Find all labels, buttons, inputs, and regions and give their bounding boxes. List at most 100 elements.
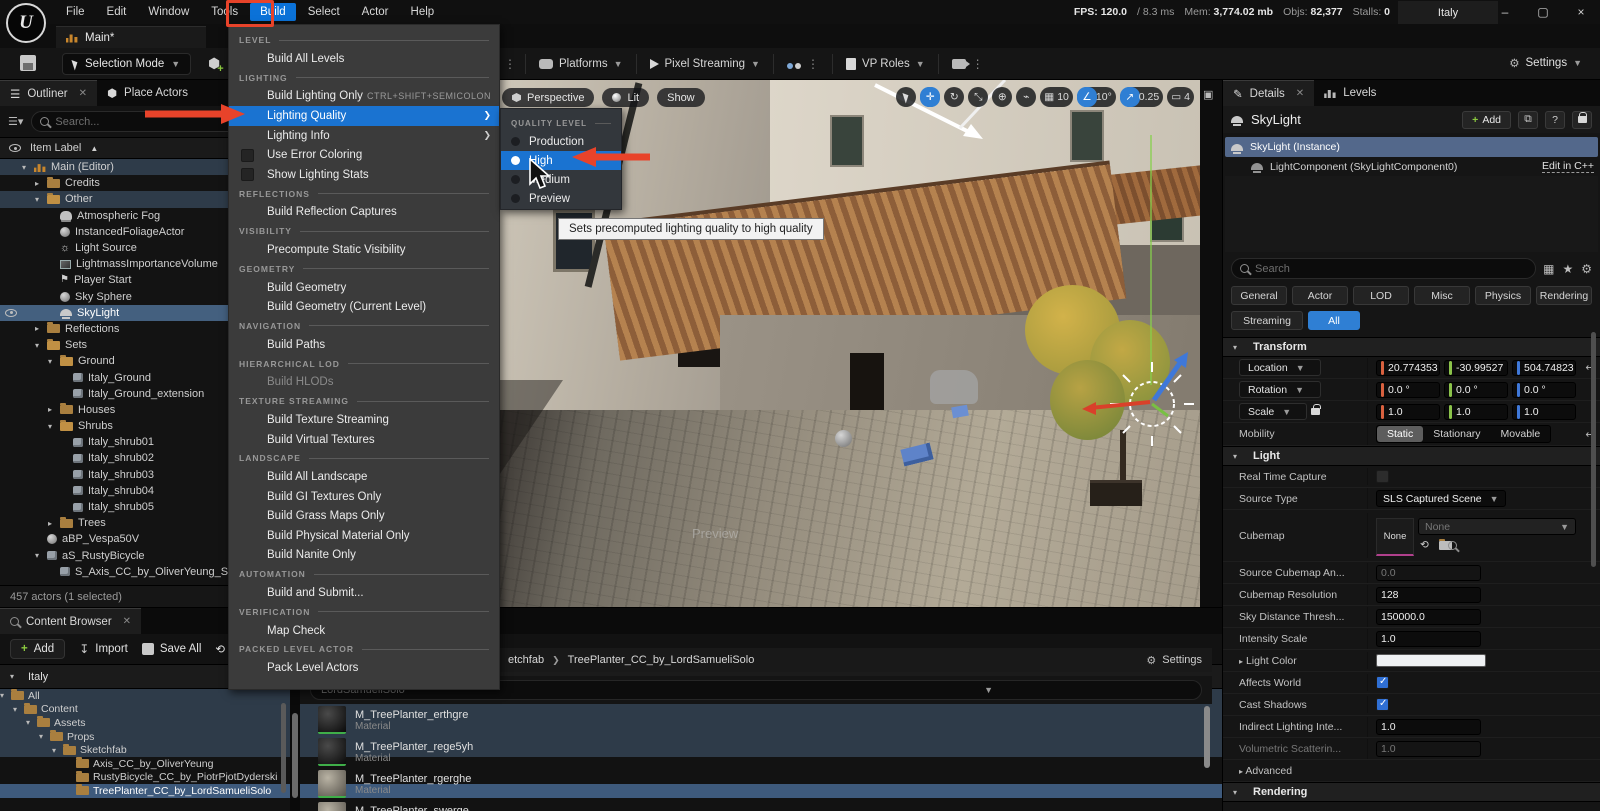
- build-menu-item[interactable]: Map Check: [229, 621, 499, 641]
- scale-y-input[interactable]: 1.0: [1444, 404, 1508, 420]
- asset-row[interactable]: M_TreePlanter_rgerghe Material: [300, 768, 1212, 800]
- scale-tool-button[interactable]: ⤡: [968, 87, 988, 107]
- scale-z-input[interactable]: 1.0: [1512, 404, 1576, 420]
- build-menu-item[interactable]: Build Geometry: [229, 278, 499, 298]
- build-menu-item[interactable]: Build Grass Maps Only: [229, 507, 499, 527]
- menubar-item[interactable]: Window: [138, 3, 199, 21]
- location-z-input[interactable]: 504.74823: [1512, 360, 1576, 376]
- settings-dropdown[interactable]: ⚙ Settings ▼: [1509, 56, 1582, 70]
- checkbox[interactable]: [241, 168, 254, 181]
- platforms-dropdown[interactable]: Platforms ▼: [535, 58, 627, 70]
- menubar-item[interactable]: Help: [401, 3, 445, 21]
- filter-chip[interactable]: Streaming: [1231, 311, 1303, 330]
- reset-icon[interactable]: ↩: [1580, 361, 1600, 374]
- expand-arrow-icon[interactable]: ▾: [22, 163, 34, 172]
- expand-arrow-icon[interactable]: ▾: [26, 718, 37, 727]
- add-actor-icon[interactable]: ⬢: [208, 55, 227, 72]
- asset-row[interactable]: M_TreePlanter_rege5yh Material: [300, 736, 1212, 768]
- menubar-item[interactable]: Actor: [352, 3, 399, 21]
- camera-speed-button[interactable]: ▭4: [1167, 87, 1194, 107]
- filter-chip[interactable]: Misc: [1414, 286, 1470, 305]
- pane-scrollbar[interactable]: [292, 713, 298, 798]
- build-menu-item[interactable]: Precompute Static Visibility: [229, 240, 499, 260]
- breadcrumb-parent[interactable]: etchfab: [508, 654, 544, 666]
- minimize-button[interactable]: –: [1486, 0, 1524, 24]
- close-button[interactable]: ×: [1562, 0, 1600, 24]
- favorites-icon[interactable]: ★: [1562, 262, 1573, 276]
- rotation-dropdown[interactable]: Rotation▼: [1239, 381, 1321, 398]
- tab-outliner[interactable]: ☰ Outliner ✕: [0, 80, 97, 106]
- expand-arrow-icon[interactable]: ▾: [35, 341, 47, 350]
- content-browser-settings[interactable]: ⚙ Settings: [1146, 648, 1202, 672]
- menubar-item[interactable]: File: [56, 3, 95, 21]
- build-menu-item[interactable]: Build Nanite Only: [229, 546, 499, 566]
- transform-section-header[interactable]: ▾ Transform: [1223, 337, 1600, 357]
- mobility-option-movable[interactable]: Movable: [1491, 426, 1551, 442]
- build-menu-item[interactable]: Use Error Coloring: [229, 145, 499, 165]
- location-y-input[interactable]: -30.99527: [1444, 360, 1508, 376]
- real-time-capture-checkbox[interactable]: [1376, 470, 1389, 483]
- asset-row[interactable]: M_TreePlanter_swerge Material: [300, 800, 1212, 811]
- rotation-x-input[interactable]: 0.0 °: [1376, 382, 1440, 398]
- rotation-snap-button[interactable]: ∠10°: [1077, 87, 1116, 107]
- intensity-scale-input[interactable]: 1.0: [1376, 631, 1481, 647]
- grid-snap-button[interactable]: ▦10: [1040, 87, 1073, 107]
- folder-tree-scrollbar[interactable]: [281, 703, 286, 793]
- multi-user-button[interactable]: ⋮: [783, 57, 823, 71]
- skylight-instance-row[interactable]: SkyLight (Instance): [1225, 137, 1598, 157]
- expand-arrow-icon[interactable]: ▸: [48, 405, 60, 414]
- import-button[interactable]: ↧ Import: [79, 642, 128, 656]
- rotation-y-input[interactable]: 0.0 °: [1444, 382, 1508, 398]
- pixel-streaming-dropdown[interactable]: Pixel Streaming ▼: [646, 58, 764, 70]
- cast-shadows-checkbox[interactable]: [1376, 698, 1389, 711]
- lock-icon[interactable]: [1311, 408, 1320, 415]
- overflow-dots-icon[interactable]: ⋮: [972, 57, 984, 71]
- overflow-dots-icon[interactable]: ⋮: [504, 57, 516, 71]
- details-scrollbar[interactable]: [1591, 332, 1596, 567]
- filter-chip[interactable]: All: [1308, 311, 1360, 330]
- asset-row[interactable]: M_TreePlanter_erthgre Material: [300, 704, 1212, 736]
- filter-icon[interactable]: ☰▾: [8, 115, 23, 128]
- world-space-button[interactable]: ⊕: [992, 87, 1012, 107]
- tab-content-browser[interactable]: Content Browser ✕: [0, 608, 141, 634]
- display-mode-icon[interactable]: ▦: [1543, 262, 1554, 276]
- cubemap-dropdown[interactable]: None▼: [1418, 518, 1576, 535]
- reset-icon[interactable]: ↩: [1580, 428, 1600, 441]
- viewport-maximize-icon[interactable]: ▣: [1203, 88, 1213, 101]
- light-section-header[interactable]: ▾ Light: [1223, 446, 1600, 466]
- expand-arrow-icon[interactable]: ▾: [13, 705, 24, 714]
- indirect-lighting-input[interactable]: 1.0: [1376, 719, 1481, 735]
- select-tool-button[interactable]: [896, 87, 916, 107]
- build-menu-item[interactable]: Show Lighting Stats: [229, 165, 499, 185]
- lock-button[interactable]: [1572, 111, 1592, 129]
- tab-details[interactable]: ✎ Details ✕: [1223, 80, 1314, 106]
- breadcrumb-current[interactable]: TreePlanter_CC_by_LordSamueliSolo: [568, 654, 755, 666]
- build-menu-item[interactable]: Lighting Info❯: [229, 126, 499, 146]
- build-menu-item[interactable]: Build Virtual Textures: [229, 430, 499, 450]
- build-menu-item[interactable]: Build Geometry (Current Level): [229, 297, 499, 317]
- volumetric-scattering-input[interactable]: 1.0: [1376, 741, 1481, 757]
- expand-arrow-icon[interactable]: ▾: [35, 195, 47, 204]
- expand-arrow-icon[interactable]: ▾: [48, 357, 60, 366]
- overflow-dots-icon[interactable]: ⋮: [807, 57, 819, 71]
- move-tool-button[interactable]: ✛: [920, 87, 940, 107]
- build-menu-item[interactable]: Build GI Textures Only: [229, 487, 499, 507]
- add-component-button[interactable]: + Add: [1462, 111, 1511, 129]
- use-selected-icon[interactable]: ⟲: [1420, 539, 1429, 551]
- eye-icon[interactable]: [5, 309, 17, 317]
- build-menu-item[interactable]: Build HLODs: [229, 373, 499, 393]
- details-search-input[interactable]: [1255, 263, 1527, 275]
- build-menu-item[interactable]: Build Lighting OnlyCTRL+SHIFT+SEMICOLON: [229, 87, 499, 107]
- vp-roles-dropdown[interactable]: VP Roles ▼: [842, 58, 929, 70]
- build-menu-item[interactable]: Build All Levels: [229, 49, 499, 69]
- checkbox[interactable]: [241, 149, 254, 162]
- quality-option[interactable]: Preview: [501, 189, 621, 208]
- rotate-tool-button[interactable]: ↻: [944, 87, 964, 107]
- virtual-camera-button[interactable]: ⋮: [948, 57, 988, 71]
- filter-chip[interactable]: Physics: [1475, 286, 1531, 305]
- mobility-option-static[interactable]: Static: [1377, 426, 1423, 442]
- expand-arrow-icon[interactable]: ▾: [48, 422, 60, 431]
- expand-arrow-icon[interactable]: ▸: [35, 324, 47, 333]
- expand-arrow-icon[interactable]: ▾: [35, 551, 47, 560]
- perspective-dropdown[interactable]: Perspective: [502, 88, 594, 107]
